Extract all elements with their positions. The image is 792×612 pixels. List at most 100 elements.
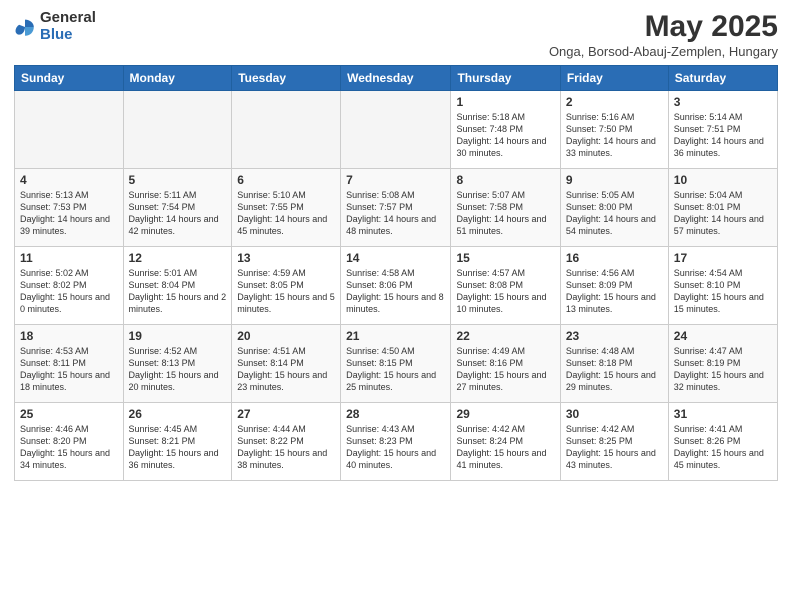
day-info: Sunrise: 4:59 AM Sunset: 8:05 PM Dayligh… (237, 267, 335, 316)
header: General Blue May 2025 Onga, Borsod-Abauj… (14, 10, 778, 59)
day-number: 14 (346, 251, 445, 265)
calendar-subtitle: Onga, Borsod-Abauj-Zemplen, Hungary (549, 44, 778, 59)
logo-general: General (40, 10, 96, 27)
header-friday: Friday (560, 66, 668, 91)
day-cell: 3 Sunrise: 5:14 AM Sunset: 7:51 PM Daylig… (668, 91, 777, 169)
day-info: Sunrise: 5:11 AM Sunset: 7:54 PM Dayligh… (129, 189, 227, 238)
day-cell: 9 Sunrise: 5:05 AM Sunset: 8:00 PM Daylig… (560, 169, 668, 247)
day-info: Sunrise: 5:13 AM Sunset: 7:53 PM Dayligh… (20, 189, 118, 238)
day-info: Sunrise: 4:41 AM Sunset: 8:26 PM Dayligh… (674, 423, 772, 472)
day-info: Sunrise: 5:10 AM Sunset: 7:55 PM Dayligh… (237, 189, 335, 238)
day-info: Sunrise: 4:43 AM Sunset: 8:23 PM Dayligh… (346, 423, 445, 472)
day-number: 29 (456, 407, 554, 421)
day-cell: 1 Sunrise: 5:18 AM Sunset: 7:48 PM Daylig… (451, 91, 560, 169)
logo-blue: Blue (40, 27, 96, 44)
day-cell: 19 Sunrise: 4:52 AM Sunset: 8:13 PM Dayli… (123, 325, 232, 403)
day-number: 16 (566, 251, 663, 265)
day-cell (341, 91, 451, 169)
day-number: 31 (674, 407, 772, 421)
day-number: 20 (237, 329, 335, 343)
week-row-1: 4Sunrise: 5:13 AM Sunset: 7:53 PM Daylig… (15, 169, 778, 247)
day-info: Sunrise: 5:18 AM Sunset: 7:48 PM Dayligh… (456, 111, 554, 160)
day-number: 1 (456, 95, 554, 109)
week-row-0: 1 Sunrise: 5:18 AM Sunset: 7:48 PM Daylig… (15, 91, 778, 169)
calendar-title: May 2025 (549, 10, 778, 44)
page: General Blue May 2025 Onga, Borsod-Abauj… (0, 0, 792, 612)
day-info: Sunrise: 4:51 AM Sunset: 8:14 PM Dayligh… (237, 345, 335, 394)
day-number: 27 (237, 407, 335, 421)
header-row: Sunday Monday Tuesday Wednesday Thursday… (15, 66, 778, 91)
day-cell: 4Sunrise: 5:13 AM Sunset: 7:53 PM Daylig… (15, 169, 124, 247)
calendar-body: 1 Sunrise: 5:18 AM Sunset: 7:48 PM Daylig… (15, 91, 778, 481)
day-number: 22 (456, 329, 554, 343)
day-info: Sunrise: 5:05 AM Sunset: 8:00 PM Dayligh… (566, 189, 663, 238)
day-cell: 26 Sunrise: 4:45 AM Sunset: 8:21 PM Dayli… (123, 403, 232, 481)
day-cell: 2 Sunrise: 5:16 AM Sunset: 7:50 PM Daylig… (560, 91, 668, 169)
day-number: 7 (346, 173, 445, 187)
day-cell: 11Sunrise: 5:02 AM Sunset: 8:02 PM Dayli… (15, 247, 124, 325)
day-number: 26 (129, 407, 227, 421)
day-cell: 18 Sunrise: 4:53 AM Sunset: 8:11 PM Dayli… (15, 325, 124, 403)
day-cell (123, 91, 232, 169)
day-number: 12 (129, 251, 227, 265)
day-number: 25 (20, 407, 118, 421)
day-info: Sunrise: 5:02 AM Sunset: 8:02 PM Dayligh… (20, 267, 118, 316)
day-info: Sunrise: 4:48 AM Sunset: 8:18 PM Dayligh… (566, 345, 663, 394)
day-info: Sunrise: 5:16 AM Sunset: 7:50 PM Dayligh… (566, 111, 663, 160)
day-cell: 8Sunrise: 5:07 AM Sunset: 7:58 PM Daylig… (451, 169, 560, 247)
day-cell: 24Sunrise: 4:47 AM Sunset: 8:19 PM Dayli… (668, 325, 777, 403)
day-cell: 23 Sunrise: 4:48 AM Sunset: 8:18 PM Dayli… (560, 325, 668, 403)
day-number: 19 (129, 329, 227, 343)
day-info: Sunrise: 4:53 AM Sunset: 8:11 PM Dayligh… (20, 345, 118, 394)
day-info: Sunrise: 4:46 AM Sunset: 8:20 PM Dayligh… (20, 423, 118, 472)
day-cell: 10 Sunrise: 5:04 AM Sunset: 8:01 PM Dayli… (668, 169, 777, 247)
day-number: 15 (456, 251, 554, 265)
day-cell: 15 Sunrise: 4:57 AM Sunset: 8:08 PM Dayli… (451, 247, 560, 325)
day-info: Sunrise: 4:45 AM Sunset: 8:21 PM Dayligh… (129, 423, 227, 472)
day-cell: 21Sunrise: 4:50 AM Sunset: 8:15 PM Dayli… (341, 325, 451, 403)
day-number: 18 (20, 329, 118, 343)
week-row-4: 25 Sunrise: 4:46 AM Sunset: 8:20 PM Dayli… (15, 403, 778, 481)
day-number: 5 (129, 173, 227, 187)
day-cell: 14 Sunrise: 4:58 AM Sunset: 8:06 PM Dayli… (341, 247, 451, 325)
day-cell: 27 Sunrise: 4:44 AM Sunset: 8:22 PM Dayli… (232, 403, 341, 481)
day-cell: 29Sunrise: 4:42 AM Sunset: 8:24 PM Dayli… (451, 403, 560, 481)
day-number: 3 (674, 95, 772, 109)
day-cell: 7 Sunrise: 5:08 AM Sunset: 7:57 PM Daylig… (341, 169, 451, 247)
week-row-2: 11Sunrise: 5:02 AM Sunset: 8:02 PM Dayli… (15, 247, 778, 325)
day-number: 17 (674, 251, 772, 265)
header-wednesday: Wednesday (341, 66, 451, 91)
day-info: Sunrise: 5:14 AM Sunset: 7:51 PM Dayligh… (674, 111, 772, 160)
header-sunday: Sunday (15, 66, 124, 91)
day-number: 13 (237, 251, 335, 265)
title-block: May 2025 Onga, Borsod-Abauj-Zemplen, Hun… (549, 10, 778, 59)
day-cell: 25 Sunrise: 4:46 AM Sunset: 8:20 PM Dayli… (15, 403, 124, 481)
day-info: Sunrise: 5:08 AM Sunset: 7:57 PM Dayligh… (346, 189, 445, 238)
day-info: Sunrise: 4:57 AM Sunset: 8:08 PM Dayligh… (456, 267, 554, 316)
day-number: 28 (346, 407, 445, 421)
day-number: 30 (566, 407, 663, 421)
day-cell: 28 Sunrise: 4:43 AM Sunset: 8:23 PM Dayli… (341, 403, 451, 481)
day-number: 2 (566, 95, 663, 109)
day-number: 24 (674, 329, 772, 343)
day-info: Sunrise: 4:52 AM Sunset: 8:13 PM Dayligh… (129, 345, 227, 394)
week-row-3: 18 Sunrise: 4:53 AM Sunset: 8:11 PM Dayli… (15, 325, 778, 403)
header-monday: Monday (123, 66, 232, 91)
logo: General Blue (14, 10, 96, 43)
day-info: Sunrise: 5:01 AM Sunset: 8:04 PM Dayligh… (129, 267, 227, 316)
day-info: Sunrise: 4:44 AM Sunset: 8:22 PM Dayligh… (237, 423, 335, 472)
day-info: Sunrise: 5:04 AM Sunset: 8:01 PM Dayligh… (674, 189, 772, 238)
day-number: 10 (674, 173, 772, 187)
day-number: 21 (346, 329, 445, 343)
day-number: 9 (566, 173, 663, 187)
header-tuesday: Tuesday (232, 66, 341, 91)
logo-text: General Blue (40, 10, 96, 43)
day-number: 23 (566, 329, 663, 343)
header-saturday: Saturday (668, 66, 777, 91)
day-info: Sunrise: 4:42 AM Sunset: 8:25 PM Dayligh… (566, 423, 663, 472)
day-cell: 16Sunrise: 4:56 AM Sunset: 8:09 PM Dayli… (560, 247, 668, 325)
logo-icon (14, 16, 36, 38)
day-info: Sunrise: 4:58 AM Sunset: 8:06 PM Dayligh… (346, 267, 445, 316)
day-cell: 20 Sunrise: 4:51 AM Sunset: 8:14 PM Dayli… (232, 325, 341, 403)
day-number: 6 (237, 173, 335, 187)
